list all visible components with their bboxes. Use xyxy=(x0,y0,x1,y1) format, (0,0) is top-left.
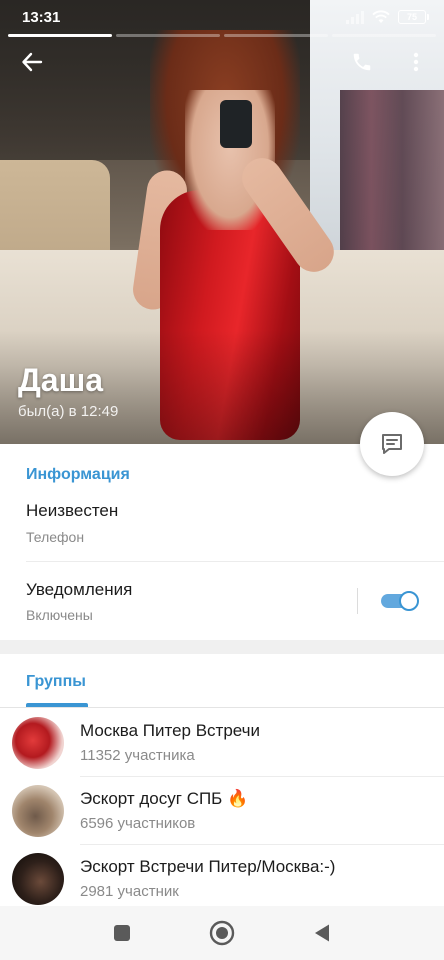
battery-icon: 75 xyxy=(398,10,429,24)
signal-icon xyxy=(346,10,364,24)
photo-segments xyxy=(8,34,436,37)
message-icon xyxy=(382,434,402,454)
divider xyxy=(26,561,444,562)
photo-segment[interactable] xyxy=(8,34,112,37)
group-list-item[interactable]: Эскорт Встречи Питер/Москва:-) 2981 учас… xyxy=(0,845,444,913)
profile-last-seen: был(а) в 12:49 xyxy=(18,403,119,420)
group-title: Эскорт досуг СПБ 🔥 xyxy=(80,789,249,808)
photo-segment[interactable] xyxy=(332,34,436,37)
group-members: 6596 участников xyxy=(80,815,196,832)
phone-icon xyxy=(353,53,371,71)
photo-segment[interactable] xyxy=(224,34,328,37)
wifi-icon xyxy=(372,10,390,23)
status-icons: 75 xyxy=(346,10,429,24)
top-bar xyxy=(0,44,444,80)
group-title: Эскорт Встречи Питер/Москва:-) xyxy=(80,857,336,876)
info-section-title: Информация xyxy=(26,466,130,483)
call-button[interactable] xyxy=(342,44,382,80)
group-title: Москва Питер Встречи xyxy=(80,721,261,740)
group-list-item[interactable]: Москва Питер Встречи 11352 участника xyxy=(0,709,444,777)
photo-phone xyxy=(220,100,252,148)
phone-label: Телефон xyxy=(26,529,85,545)
separator xyxy=(357,588,358,614)
tab-divider xyxy=(0,707,444,708)
more-options-button[interactable] xyxy=(396,44,436,80)
status-bar: 13:31 75 xyxy=(0,0,444,34)
phone-value[interactable]: Неизвестен xyxy=(26,501,118,521)
square-icon xyxy=(114,925,130,941)
photo-segment[interactable] xyxy=(116,34,220,37)
group-list-item[interactable]: Эскорт досуг СПБ 🔥 6596 участников xyxy=(0,777,444,845)
arrow-left-icon xyxy=(22,52,43,72)
status-time: 13:31 xyxy=(22,8,61,26)
toggle-knob xyxy=(399,591,419,611)
group-members: 11352 участника xyxy=(80,747,195,764)
home-circle-icon xyxy=(209,920,235,946)
tab-groups[interactable]: Группы xyxy=(26,673,86,691)
home-button[interactable] xyxy=(195,906,249,960)
group-avatar xyxy=(12,853,64,905)
system-nav-bar xyxy=(0,906,444,960)
group-avatar xyxy=(12,785,64,837)
profile-name: Даша xyxy=(18,362,104,398)
section-gap xyxy=(0,640,444,654)
group-members: 2981 участник xyxy=(80,883,179,900)
notifications-label[interactable]: Уведомления xyxy=(26,580,132,600)
recent-apps-button[interactable] xyxy=(95,906,149,960)
notifications-toggle[interactable] xyxy=(381,591,419,611)
notifications-status: Включены xyxy=(26,607,93,623)
triangle-back-icon xyxy=(315,924,329,942)
back-button[interactable] xyxy=(12,44,52,80)
more-vertical-icon xyxy=(413,52,419,72)
send-message-button[interactable] xyxy=(360,412,424,476)
group-avatar xyxy=(12,717,64,769)
system-back-button[interactable] xyxy=(295,906,349,960)
